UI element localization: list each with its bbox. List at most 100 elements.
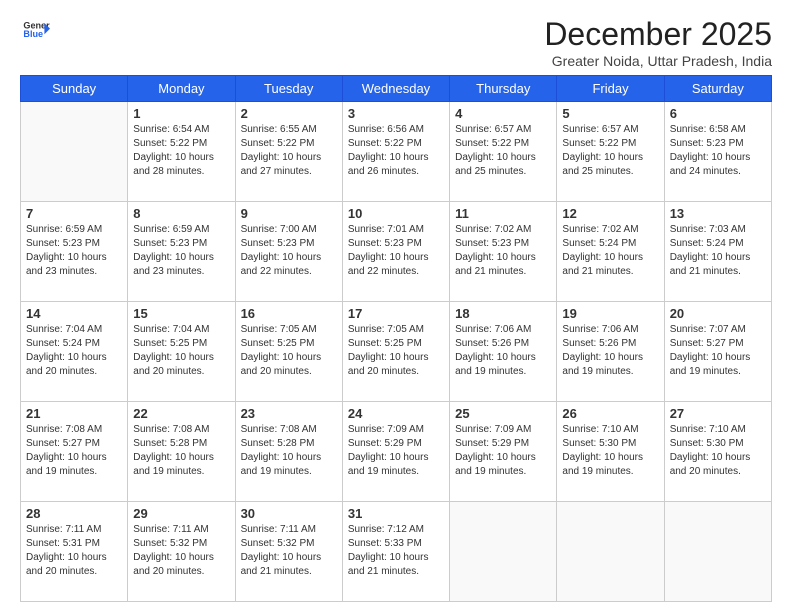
day-number: 2 bbox=[241, 106, 337, 121]
day-number: 26 bbox=[562, 406, 658, 421]
day-number: 29 bbox=[133, 506, 229, 521]
logo: General Blue bbox=[20, 16, 50, 44]
day-number: 27 bbox=[670, 406, 766, 421]
cell-info: Sunrise: 6:56 AM Sunset: 5:22 PM Dayligh… bbox=[348, 123, 444, 179]
weekday-header-tuesday: Tuesday bbox=[235, 76, 342, 102]
cell-info: Sunrise: 7:06 AM Sunset: 5:26 PM Dayligh… bbox=[562, 323, 658, 379]
cell-info: Sunrise: 7:12 AM Sunset: 5:33 PM Dayligh… bbox=[348, 523, 444, 579]
cell-info: Sunrise: 7:11 AM Sunset: 5:32 PM Dayligh… bbox=[133, 523, 229, 579]
cell-info: Sunrise: 7:10 AM Sunset: 5:30 PM Dayligh… bbox=[562, 423, 658, 479]
month-title: December 2025 bbox=[544, 16, 772, 53]
day-number: 11 bbox=[455, 206, 551, 221]
calendar-cell: 23 Sunrise: 7:08 AM Sunset: 5:28 PM Dayli… bbox=[235, 402, 342, 502]
day-number: 30 bbox=[241, 506, 337, 521]
weekday-header-monday: Monday bbox=[128, 76, 235, 102]
cell-info: Sunrise: 6:57 AM Sunset: 5:22 PM Dayligh… bbox=[455, 123, 551, 179]
calendar-cell: 3 Sunrise: 6:56 AM Sunset: 5:22 PM Daylig… bbox=[342, 102, 449, 202]
calendar-cell: 11 Sunrise: 7:02 AM Sunset: 5:23 PM Dayli… bbox=[450, 202, 557, 302]
cell-info: Sunrise: 7:00 AM Sunset: 5:23 PM Dayligh… bbox=[241, 223, 337, 279]
calendar-cell: 8Sunrise: 6:59 AM Sunset: 5:23 PM Daylig… bbox=[128, 202, 235, 302]
day-number: 5 bbox=[562, 106, 658, 121]
cell-info: Sunrise: 7:04 AM Sunset: 5:25 PM Dayligh… bbox=[133, 323, 229, 379]
weekday-header-row: SundayMondayTuesdayWednesdayThursdayFrid… bbox=[21, 76, 772, 102]
calendar-cell: 15 Sunrise: 7:04 AM Sunset: 5:25 PM Dayli… bbox=[128, 302, 235, 402]
calendar-cell: 9 Sunrise: 7:00 AM Sunset: 5:23 PM Daylig… bbox=[235, 202, 342, 302]
weekday-header-thursday: Thursday bbox=[450, 76, 557, 102]
day-number: 21 bbox=[26, 406, 122, 421]
logo-icon: General Blue bbox=[22, 16, 50, 44]
day-number: 14 bbox=[26, 306, 122, 321]
calendar-cell: 13Sunrise: 7:03 AM Sunset: 5:24 PM Dayli… bbox=[664, 202, 771, 302]
cell-info: Sunrise: 7:02 AM Sunset: 5:23 PM Dayligh… bbox=[455, 223, 551, 279]
calendar-cell: 20Sunrise: 7:07 AM Sunset: 5:27 PM Dayli… bbox=[664, 302, 771, 402]
calendar-cell: 27 Sunrise: 7:10 AM Sunset: 5:30 PM Dayli… bbox=[664, 402, 771, 502]
weekday-header-sunday: Sunday bbox=[21, 76, 128, 102]
calendar-cell bbox=[664, 502, 771, 602]
day-number: 1 bbox=[133, 106, 229, 121]
weekday-header-saturday: Saturday bbox=[664, 76, 771, 102]
calendar-cell: 12 Sunrise: 7:02 AM Sunset: 5:24 PM Dayli… bbox=[557, 202, 664, 302]
calendar-cell: 1 Sunrise: 6:54 AM Sunset: 5:22 PM Daylig… bbox=[128, 102, 235, 202]
day-number: 15 bbox=[133, 306, 229, 321]
calendar-cell: 25Sunrise: 7:09 AM Sunset: 5:29 PM Dayli… bbox=[450, 402, 557, 502]
calendar-cell: 17Sunrise: 7:05 AM Sunset: 5:25 PM Dayli… bbox=[342, 302, 449, 402]
week-row-2: 7 Sunrise: 6:59 AM Sunset: 5:23 PM Daylig… bbox=[21, 202, 772, 302]
weekday-header-friday: Friday bbox=[557, 76, 664, 102]
cell-info: Sunrise: 6:59 AM Sunset: 5:23 PM Dayligh… bbox=[26, 223, 122, 279]
svg-text:Blue: Blue bbox=[23, 29, 43, 39]
day-number: 10 bbox=[348, 206, 444, 221]
day-number: 6 bbox=[670, 106, 766, 121]
day-number: 22 bbox=[133, 406, 229, 421]
calendar-cell: 30Sunrise: 7:11 AM Sunset: 5:32 PM Dayli… bbox=[235, 502, 342, 602]
calendar-cell: 18Sunrise: 7:06 AM Sunset: 5:26 PM Dayli… bbox=[450, 302, 557, 402]
cell-info: Sunrise: 7:02 AM Sunset: 5:24 PM Dayligh… bbox=[562, 223, 658, 279]
calendar-cell: 16 Sunrise: 7:05 AM Sunset: 5:25 PM Dayli… bbox=[235, 302, 342, 402]
cell-info: Sunrise: 7:11 AM Sunset: 5:31 PM Dayligh… bbox=[26, 523, 122, 579]
calendar-cell: 29 Sunrise: 7:11 AM Sunset: 5:32 PM Dayli… bbox=[128, 502, 235, 602]
weekday-header-wednesday: Wednesday bbox=[342, 76, 449, 102]
week-row-1: 1 Sunrise: 6:54 AM Sunset: 5:22 PM Daylig… bbox=[21, 102, 772, 202]
day-number: 31 bbox=[348, 506, 444, 521]
cell-info: Sunrise: 7:10 AM Sunset: 5:30 PM Dayligh… bbox=[670, 423, 766, 479]
calendar-table: SundayMondayTuesdayWednesdayThursdayFrid… bbox=[20, 75, 772, 602]
calendar-cell bbox=[21, 102, 128, 202]
cell-info: Sunrise: 6:54 AM Sunset: 5:22 PM Dayligh… bbox=[133, 123, 229, 179]
calendar-cell: 14Sunrise: 7:04 AM Sunset: 5:24 PM Dayli… bbox=[21, 302, 128, 402]
day-number: 17 bbox=[348, 306, 444, 321]
day-number: 20 bbox=[670, 306, 766, 321]
cell-info: Sunrise: 6:57 AM Sunset: 5:22 PM Dayligh… bbox=[562, 123, 658, 179]
calendar-cell bbox=[557, 502, 664, 602]
cell-info: Sunrise: 7:08 AM Sunset: 5:27 PM Dayligh… bbox=[26, 423, 122, 479]
cell-info: Sunrise: 6:59 AM Sunset: 5:23 PM Dayligh… bbox=[133, 223, 229, 279]
header: General Blue December 2025 Greater Noida… bbox=[20, 16, 772, 69]
calendar-cell: 5 Sunrise: 6:57 AM Sunset: 5:22 PM Daylig… bbox=[557, 102, 664, 202]
calendar-cell bbox=[450, 502, 557, 602]
title-block: December 2025 Greater Noida, Uttar Prade… bbox=[544, 16, 772, 69]
day-number: 23 bbox=[241, 406, 337, 421]
calendar-cell: 26 Sunrise: 7:10 AM Sunset: 5:30 PM Dayli… bbox=[557, 402, 664, 502]
day-number: 19 bbox=[562, 306, 658, 321]
cell-info: Sunrise: 6:58 AM Sunset: 5:23 PM Dayligh… bbox=[670, 123, 766, 179]
day-number: 13 bbox=[670, 206, 766, 221]
cell-info: Sunrise: 6:55 AM Sunset: 5:22 PM Dayligh… bbox=[241, 123, 337, 179]
day-number: 12 bbox=[562, 206, 658, 221]
cell-info: Sunrise: 7:09 AM Sunset: 5:29 PM Dayligh… bbox=[455, 423, 551, 479]
cell-info: Sunrise: 7:09 AM Sunset: 5:29 PM Dayligh… bbox=[348, 423, 444, 479]
week-row-5: 28 Sunrise: 7:11 AM Sunset: 5:31 PM Dayli… bbox=[21, 502, 772, 602]
day-number: 4 bbox=[455, 106, 551, 121]
week-row-3: 14Sunrise: 7:04 AM Sunset: 5:24 PM Dayli… bbox=[21, 302, 772, 402]
week-row-4: 21 Sunrise: 7:08 AM Sunset: 5:27 PM Dayli… bbox=[21, 402, 772, 502]
day-number: 7 bbox=[26, 206, 122, 221]
page: General Blue December 2025 Greater Noida… bbox=[0, 0, 792, 612]
cell-info: Sunrise: 7:05 AM Sunset: 5:25 PM Dayligh… bbox=[241, 323, 337, 379]
calendar-cell: 6 Sunrise: 6:58 AM Sunset: 5:23 PM Daylig… bbox=[664, 102, 771, 202]
cell-info: Sunrise: 7:08 AM Sunset: 5:28 PM Dayligh… bbox=[241, 423, 337, 479]
day-number: 16 bbox=[241, 306, 337, 321]
calendar-cell: 24Sunrise: 7:09 AM Sunset: 5:29 PM Dayli… bbox=[342, 402, 449, 502]
calendar-cell: 31 Sunrise: 7:12 AM Sunset: 5:33 PM Dayli… bbox=[342, 502, 449, 602]
day-number: 9 bbox=[241, 206, 337, 221]
day-number: 18 bbox=[455, 306, 551, 321]
calendar-cell: 21 Sunrise: 7:08 AM Sunset: 5:27 PM Dayli… bbox=[21, 402, 128, 502]
day-number: 28 bbox=[26, 506, 122, 521]
day-number: 3 bbox=[348, 106, 444, 121]
